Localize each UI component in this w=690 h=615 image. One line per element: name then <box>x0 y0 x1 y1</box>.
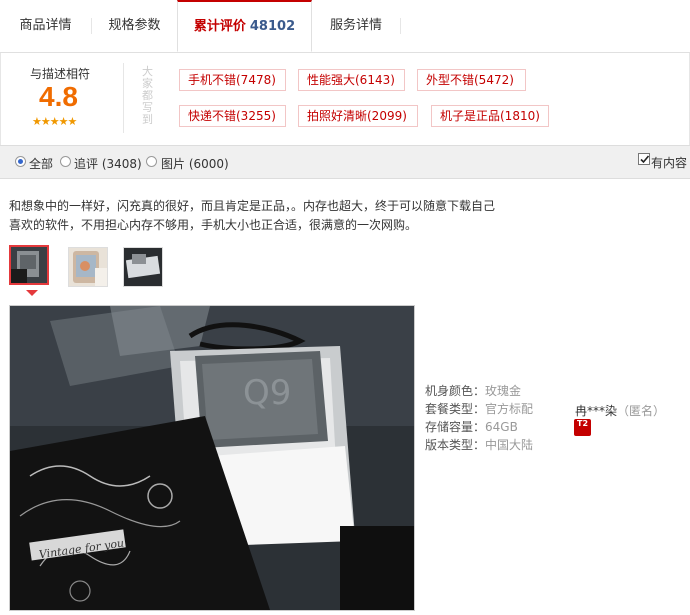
tag-genuine[interactable]: 机子是正品(1810) <box>431 105 549 127</box>
tag-appearance[interactable]: 外型不错(5472) <box>417 69 526 91</box>
has-content-label[interactable]: 有内容 <box>651 154 687 171</box>
rating-title: 与描述相符 <box>30 67 91 81</box>
filter-images-radio[interactable] <box>146 156 157 167</box>
member-level-badge: T2 <box>574 419 591 436</box>
selected-thumbnail-arrow <box>26 290 38 296</box>
tag-phone-good[interactable]: 手机不错(7478) <box>179 69 286 91</box>
sku-package: 套餐类型：官方标配 <box>425 402 534 416</box>
review-thumbnail[interactable] <box>9 245 49 285</box>
tab-bar: 商品详情 规格参数 累计评价 48102 服务详情 <box>0 0 690 53</box>
tab-specifications[interactable]: 规格参数 <box>92 0 177 52</box>
rating-summary: 与描述相符 4.8 ★★★★★ 大家都写到 手机不错(7478) 性能强大(61… <box>0 53 690 145</box>
review-text-line: 和想象中的一样好，闪充真的很好，而且肯定是正品，。内存也超大，终于可以随意下载自… <box>9 199 496 213</box>
thumbnail-image <box>124 248 162 286</box>
review-content: 和想象中的一样好，闪充真的很好，而且肯定是正品，。内存也超大，终于可以随意下载自… <box>9 197 529 235</box>
rating-score: 4.8 <box>39 81 78 112</box>
review-thumbnail[interactable] <box>68 247 108 287</box>
tag-performance[interactable]: 性能强大(6143) <box>298 69 405 91</box>
sku-color: 机身颜色：玫瑰金 <box>425 384 522 398</box>
tag-delivery[interactable]: 快递不错(3255) <box>179 105 286 127</box>
rating-stars: ★★★★★ <box>32 115 77 128</box>
tab-product-details[interactable]: 商品详情 <box>0 0 91 52</box>
filter-bar: 全部 追评 (3408) 图片 (6000) <box>0 145 690 179</box>
filter-all-radio[interactable] <box>15 156 26 167</box>
thumbnail-image <box>69 248 107 286</box>
tab-reviews[interactable]: 累计评价 48102 <box>177 0 312 52</box>
review-image-large[interactable]: Q9 Vintage for you <box>9 305 415 611</box>
review-thumbnail[interactable] <box>123 247 163 287</box>
sku-storage: 存储容量：64GB <box>425 420 518 434</box>
filter-followup-label[interactable]: 追评 (3408) <box>74 155 142 172</box>
reviewer-name: 冉***染（匿名） <box>575 404 666 418</box>
review-text-line: 喜欢的软件，不用担心内存不够用，手机大小也正合适，很满意的一次网购。 <box>9 218 418 232</box>
thumbnail-image <box>11 247 47 283</box>
filter-all-label[interactable]: 全部 <box>29 155 53 172</box>
tab-reviews-count: 48102 <box>249 19 296 34</box>
review-photo: Q9 Vintage for you <box>10 306 414 610</box>
filter-followup-radio[interactable] <box>60 156 71 167</box>
tab-service-details[interactable]: 服务详情 <box>312 0 400 52</box>
sku-version: 版本类型：中国大陆 <box>425 438 534 452</box>
tags-heading: 大家都写到 <box>142 65 153 126</box>
has-content-checkbox[interactable] <box>638 153 650 165</box>
tab-divider <box>400 18 401 34</box>
check-icon <box>640 155 650 164</box>
summary-divider <box>123 63 124 133</box>
tab-reviews-label: 累计评价 <box>193 19 246 34</box>
card-logo-text: Q9 <box>243 373 291 413</box>
tag-camera[interactable]: 拍照好清晰(2099) <box>298 105 418 127</box>
filter-images-label[interactable]: 图片 (6000) <box>161 155 229 172</box>
